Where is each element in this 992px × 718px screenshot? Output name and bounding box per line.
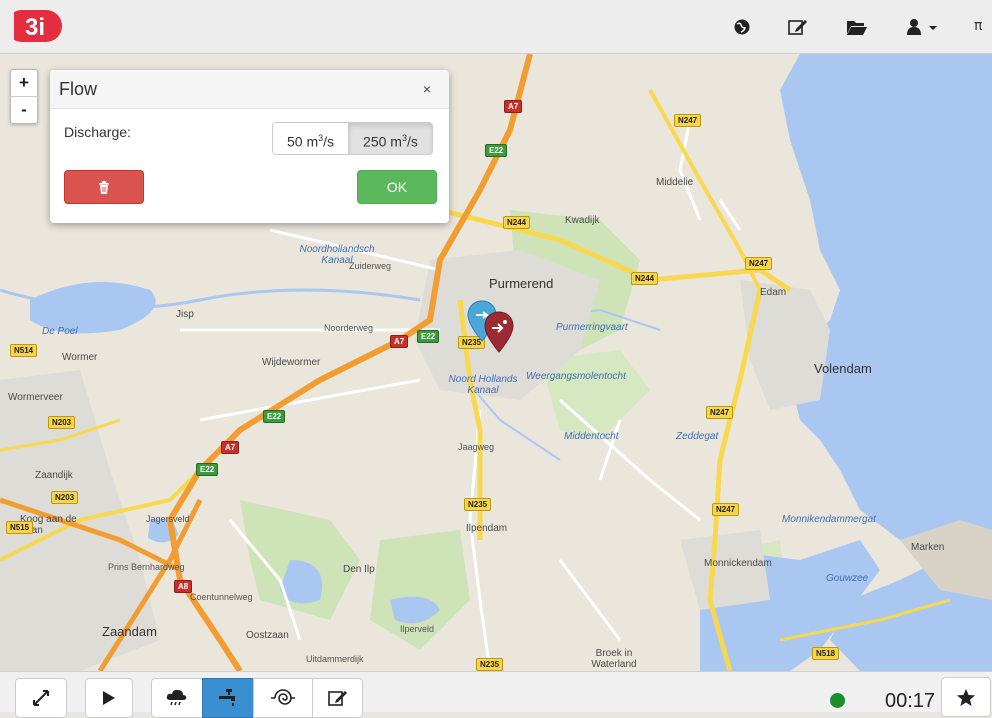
flow-panel-title: Flow bbox=[59, 79, 98, 99]
favorite-button[interactable] bbox=[941, 677, 991, 717]
discharge-option-50[interactable]: 50 m3/s bbox=[273, 123, 349, 154]
road-shield: N203 bbox=[48, 416, 76, 429]
map-place-label: Middelie bbox=[656, 177, 694, 188]
map-place-label: Ilpendam bbox=[466, 523, 508, 534]
edit-tool-button[interactable] bbox=[312, 678, 363, 718]
map-place-label: Monnickendam bbox=[704, 558, 772, 569]
pi-label[interactable]: π bbox=[974, 18, 982, 34]
map-place-label: Weergangsmolentocht bbox=[526, 371, 626, 382]
map-place-label: Purmerend bbox=[489, 276, 554, 291]
flow-panel: Flow × Discharge: 50 m3/s 250 m3/s OK bbox=[50, 70, 449, 223]
road-shield: N244 bbox=[503, 216, 531, 229]
road-shield: A8 bbox=[174, 580, 193, 593]
globe-icon[interactable] bbox=[730, 16, 754, 38]
road-shield: N518 bbox=[812, 647, 840, 660]
road-shield: N247 bbox=[706, 406, 734, 419]
bottom-toolbar: 00:17 bbox=[0, 671, 992, 718]
road-shield: N515 bbox=[6, 521, 34, 534]
map-place-label: Kwadijk bbox=[565, 215, 600, 226]
map-place-label: Noord Hollands Kanaal bbox=[448, 374, 518, 396]
map-place-label: Den Ilp bbox=[343, 564, 375, 575]
map-place-label: Edam bbox=[760, 287, 787, 298]
svg-text:3i: 3i bbox=[25, 14, 45, 41]
road-shield: N203 bbox=[51, 491, 79, 504]
road-shield: A7 bbox=[390, 335, 409, 348]
map-place-label: Ilperveld bbox=[400, 624, 435, 634]
close-button[interactable]: × bbox=[423, 81, 431, 97]
delete-button[interactable] bbox=[64, 170, 144, 204]
map-place-label: Zaandijk bbox=[35, 470, 73, 481]
road-shield: E22 bbox=[263, 410, 286, 423]
rain-tool-button[interactable] bbox=[151, 678, 203, 718]
map-place-label: Wijdewormer bbox=[262, 357, 321, 368]
map-place-label: Coentunnelweg bbox=[190, 592, 253, 602]
map-place-label: Jagersveld bbox=[146, 514, 190, 524]
app-logo[interactable]: 3i bbox=[6, 6, 64, 46]
map-place-label: Oostzaan bbox=[246, 630, 289, 641]
map-place-label: De Poel bbox=[42, 326, 78, 337]
map-place-label: Monnikendammergat bbox=[782, 514, 876, 525]
play-button[interactable] bbox=[85, 678, 133, 718]
map-place-label: Jisp bbox=[176, 309, 194, 320]
map-place-label: Wormerveer bbox=[8, 392, 63, 403]
road-shield: N235 bbox=[476, 658, 504, 671]
map-place-label: Zaandam bbox=[102, 624, 157, 639]
discharge-options: 50 m3/s 250 m3/s bbox=[272, 122, 433, 155]
map-place-label: Uitdammerdijk bbox=[306, 654, 364, 664]
star-icon bbox=[957, 688, 975, 706]
road-shield: A7 bbox=[221, 441, 240, 454]
edit-icon[interactable] bbox=[786, 16, 810, 38]
tap-tool-button[interactable] bbox=[202, 678, 254, 718]
road-shield: A7 bbox=[504, 100, 523, 113]
road-shield: E22 bbox=[485, 144, 508, 157]
edit-icon bbox=[327, 691, 347, 706]
road-shield: N514 bbox=[10, 344, 38, 357]
trash-icon bbox=[99, 180, 109, 194]
zoom-control: + - bbox=[10, 69, 38, 124]
resize-button[interactable] bbox=[15, 678, 67, 718]
user-menu-button[interactable] bbox=[902, 16, 942, 38]
road-shield: E22 bbox=[196, 463, 219, 476]
play-icon bbox=[103, 691, 115, 705]
map-place-label: Wormer bbox=[62, 352, 98, 363]
zoom-out-button[interactable]: - bbox=[11, 96, 37, 123]
user-icon bbox=[907, 19, 937, 35]
discharge-label: Discharge: bbox=[64, 124, 131, 140]
ok-button[interactable]: OK bbox=[357, 170, 437, 204]
discharge-option-250[interactable]: 250 m3/s bbox=[348, 123, 432, 154]
road-shield: N235 bbox=[464, 498, 492, 511]
map-place-label: Middentocht bbox=[564, 431, 619, 442]
map-place-label: Zeddegat bbox=[676, 431, 719, 442]
road-shield: N244 bbox=[631, 272, 659, 285]
tap-icon bbox=[219, 689, 235, 706]
road-shield: N247 bbox=[674, 114, 702, 127]
map-place-label: Purmerringvaart bbox=[556, 322, 628, 333]
map-place-label: Marken bbox=[911, 542, 945, 553]
road-shield: N247 bbox=[712, 503, 740, 516]
resize-icon bbox=[33, 690, 49, 706]
simulation-timer: 00:17 bbox=[885, 690, 936, 712]
map-place-label: Noorderweg bbox=[324, 323, 374, 333]
road-shield: N247 bbox=[745, 257, 773, 270]
map-place-label: Broek in Waterland bbox=[591, 648, 637, 670]
map-place-label: Jaagweg bbox=[458, 442, 495, 452]
map-place-label: Volendam bbox=[814, 361, 872, 376]
folder-open-icon[interactable] bbox=[845, 16, 869, 38]
map-place-label: Zuiderweg bbox=[349, 261, 392, 271]
map-place-label: Gouwzee bbox=[826, 573, 869, 584]
road-shield: E22 bbox=[417, 330, 440, 343]
top-navbar: 3i π bbox=[0, 0, 992, 54]
flow-panel-header: Flow × bbox=[50, 70, 449, 109]
wind-tool-button[interactable] bbox=[253, 678, 313, 718]
connection-status-indicator bbox=[830, 693, 845, 708]
zoom-in-button[interactable]: + bbox=[11, 70, 37, 96]
map-place-label: Prins Bernhardweg bbox=[108, 562, 185, 572]
rain-icon bbox=[166, 689, 187, 706]
wind-icon bbox=[271, 689, 295, 705]
